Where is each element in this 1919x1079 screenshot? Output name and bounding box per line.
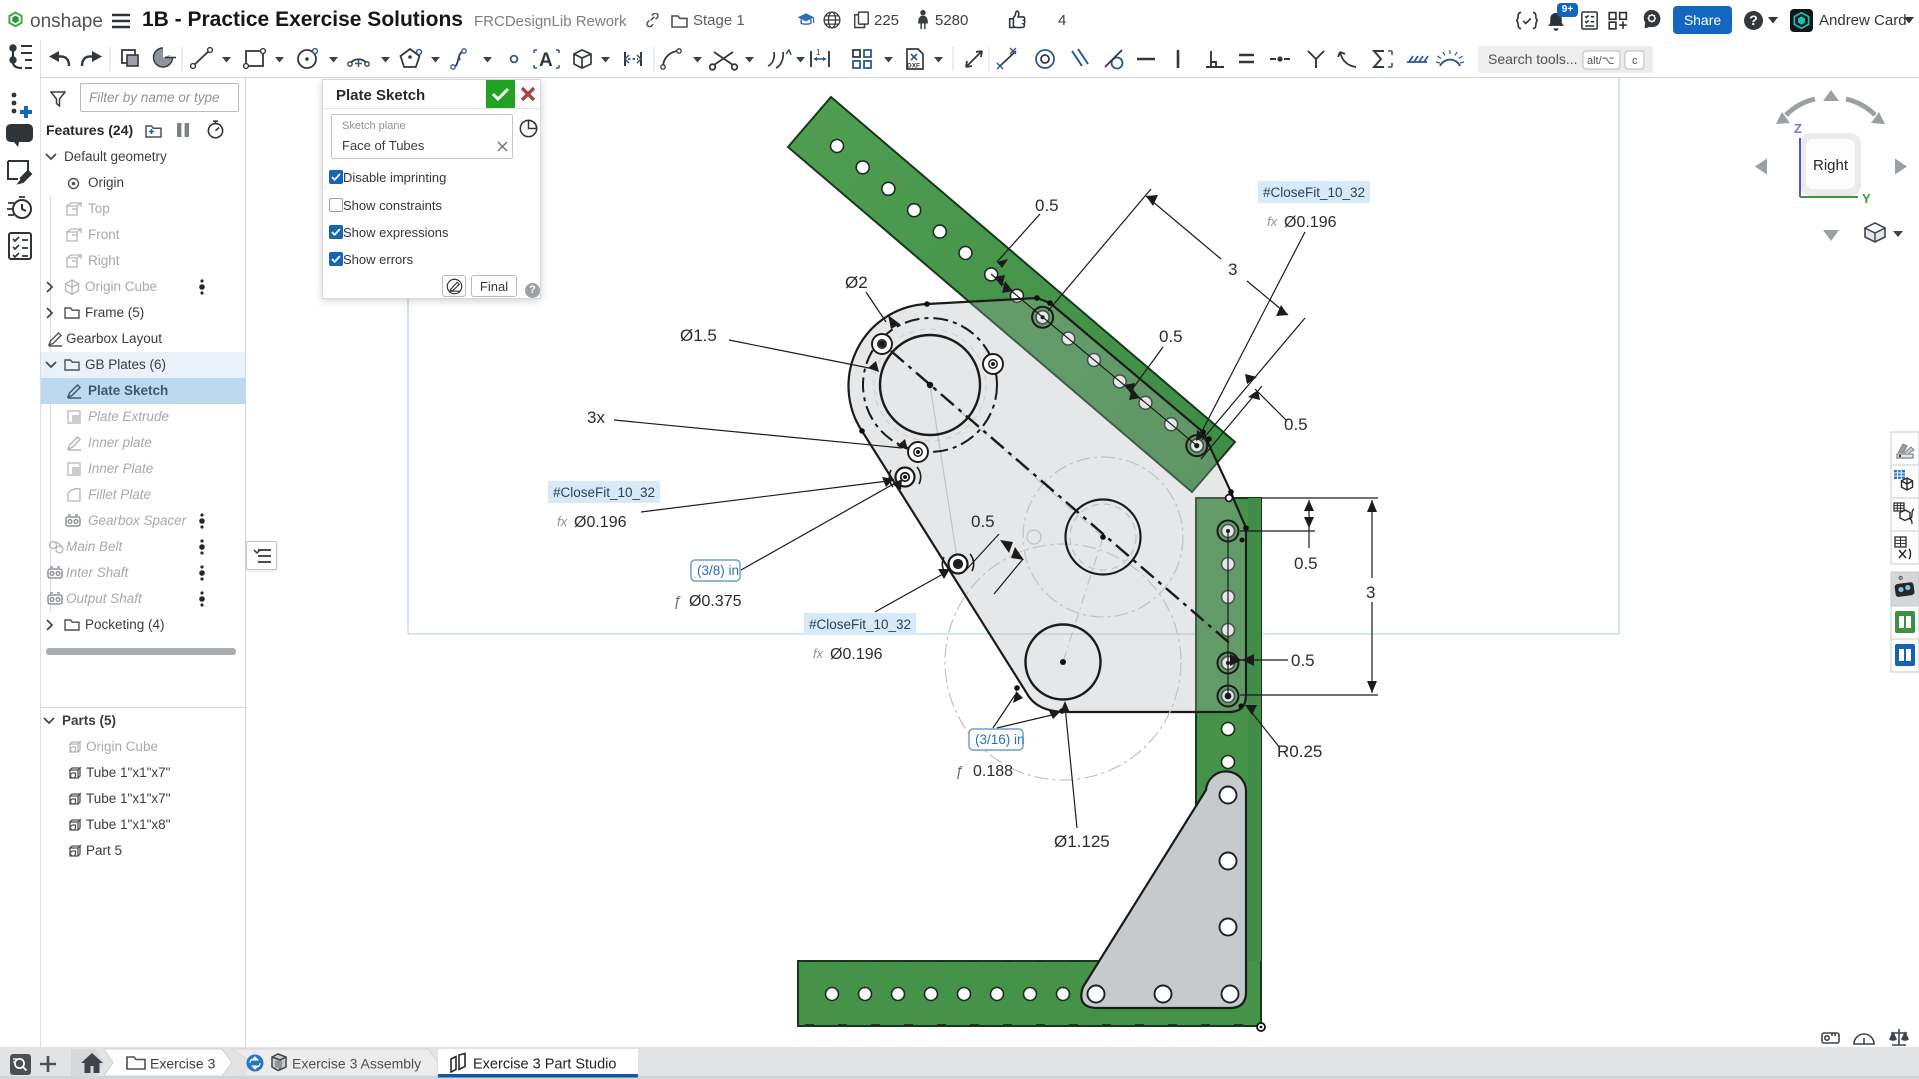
svg-text:Right: Right (1813, 157, 1849, 174)
svg-text:Exercise 3 Part Studio: Exercise 3 Part Studio (473, 1057, 616, 1073)
svg-text:0.5: 0.5 (971, 512, 995, 531)
svg-text:3: 3 (1366, 583, 1375, 602)
svg-text:(3/16) in: (3/16) in (975, 732, 1025, 747)
svg-text:ƒ: ƒ (673, 593, 681, 610)
svg-text:0.5: 0.5 (1159, 327, 1183, 346)
svg-text:Z: Z (1794, 121, 1802, 136)
svg-text:#CloseFit_10_32: #CloseFit_10_32 (809, 617, 911, 632)
svg-text:Exercise 3 Assembly: Exercise 3 Assembly (292, 1056, 421, 1072)
svg-text:c: c (1632, 55, 1638, 67)
svg-text:0.5: 0.5 (1035, 196, 1059, 215)
svg-text:Ø2: Ø2 (845, 273, 868, 292)
svg-text:0.188: 0.188 (973, 763, 1013, 780)
svg-text:Ø1.125: Ø1.125 (1054, 832, 1110, 851)
svg-text:Search tools...: Search tools... (1488, 51, 1578, 67)
svg-text:3x: 3x (587, 408, 605, 427)
svg-text:Ø0.196: Ø0.196 (574, 514, 627, 531)
svg-text:Y: Y (1862, 191, 1871, 206)
svg-text:#CloseFit_10_32: #CloseFit_10_32 (553, 485, 655, 500)
svg-text:0.5: 0.5 (1294, 554, 1318, 573)
svg-text:fx: fx (813, 646, 824, 661)
svg-text:fx: fx (557, 514, 568, 529)
svg-text:Ø0.196: Ø0.196 (830, 646, 883, 663)
svg-text:0.5: 0.5 (1291, 651, 1315, 670)
svg-text:3: 3 (1228, 260, 1237, 279)
svg-text:#CloseFit_10_32: #CloseFit_10_32 (1263, 185, 1365, 200)
svg-text:ƒ: ƒ (955, 763, 963, 780)
svg-text:Exercise 3: Exercise 3 (150, 1056, 216, 1072)
svg-text:A: A (539, 50, 553, 71)
svg-text:R0.25: R0.25 (1277, 742, 1322, 761)
svg-text:1: 1 (816, 48, 821, 57)
svg-text:0.5: 0.5 (1284, 415, 1308, 434)
svg-text:Ø0.196: Ø0.196 (1284, 214, 1337, 231)
svg-text:DXF: DXF (907, 63, 920, 70)
svg-text:Ø1.5: Ø1.5 (680, 326, 717, 345)
svg-text:Ø0.375: Ø0.375 (689, 593, 742, 610)
svg-text:(3/8) in: (3/8) in (697, 563, 739, 578)
svg-text:⚙: ⚙ (1898, 575, 1903, 582)
svg-text:alt/⌥: alt/⌥ (1587, 55, 1614, 67)
svg-text:fx: fx (1267, 214, 1278, 229)
